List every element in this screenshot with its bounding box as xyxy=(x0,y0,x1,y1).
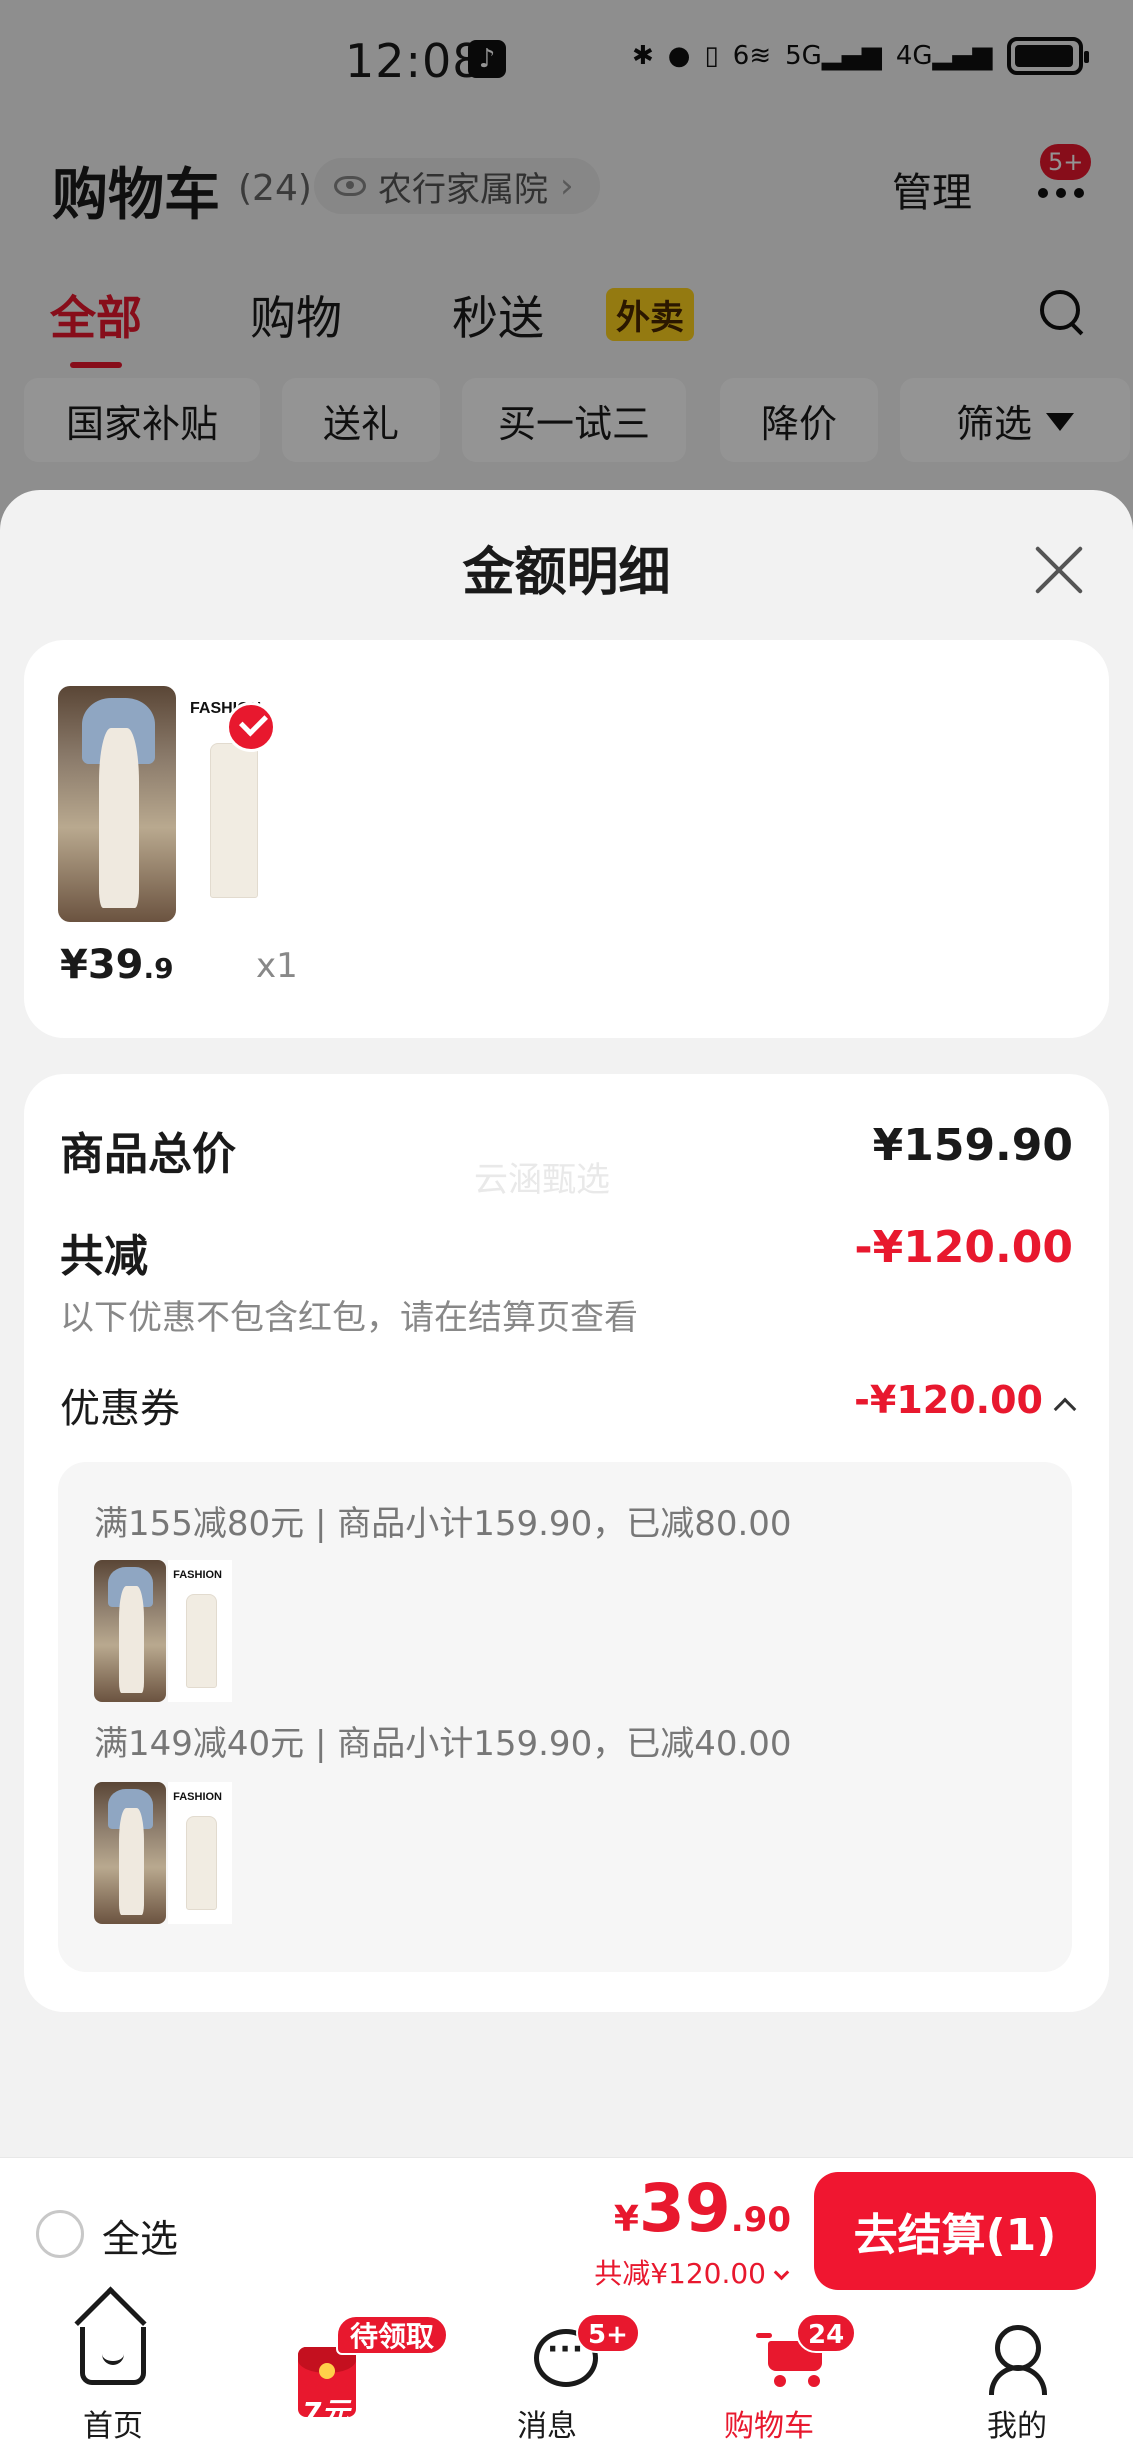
select-all-label[interactable]: 全选 xyxy=(102,2208,178,2263)
coupon-toggle[interactable]: -¥120.00 xyxy=(854,1378,1077,1422)
red-packet-tag: 待领取 xyxy=(336,2315,449,2355)
price-integer: 39 xyxy=(638,2170,731,2247)
select-all-radio[interactable] xyxy=(36,2210,84,2258)
total-price: ¥39.90 xyxy=(614,2170,791,2247)
discount-summary-toggle[interactable]: 共减¥120.00 xyxy=(594,2252,790,2292)
nav-messages-label: 消息 xyxy=(517,2409,577,2444)
nav-me[interactable]: 我的 xyxy=(904,2305,1130,2453)
coupon-item-2-image: FASHION xyxy=(168,1782,232,1924)
close-icon[interactable] xyxy=(1031,542,1087,598)
nav-cart-label: 购物车 xyxy=(724,2409,814,2444)
price-decimal: .90 xyxy=(730,2200,791,2240)
checkout-bar: 全选 ¥39.90 共减¥120.00 去结算(1) xyxy=(0,2157,1133,2305)
cart-badge: 24 xyxy=(796,2313,857,2353)
nav-me-label: 我的 xyxy=(987,2409,1047,2444)
total-value: ¥159.90 xyxy=(872,1120,1073,1171)
coupon-label: 优惠券 xyxy=(60,1386,180,1432)
coupon-details: 满155减80元 | 商品小计159.90，已减80.00 FASHION 满1… xyxy=(58,1462,1072,1972)
price-summary-card: 云涵甄选 商品总价 ¥159.90 共减 -¥120.00 以下优惠不包含红包，… xyxy=(24,1074,1109,2012)
coupon-item-2: 满149减40元 | 商品小计159.90，已减40.00 xyxy=(94,1724,792,1764)
shop-watermark: 云涵甄选 xyxy=(474,1160,610,1200)
discount-value: -¥120.00 xyxy=(854,1222,1073,1273)
product-card: FASHION ¥39.9 x1 xyxy=(24,640,1109,1038)
messages-badge: 5+ xyxy=(576,2313,640,2353)
coupon-item-2-image-text: FASHION xyxy=(173,1790,223,1803)
bottom-nav: 首页 7元 待领取 5+ 消息 24 购物车 我的 xyxy=(0,2305,1133,2453)
discount-label: 共减 xyxy=(60,1231,148,1282)
product-price-main: ¥39 xyxy=(60,942,144,988)
product-price: ¥39.9 xyxy=(60,942,174,988)
product-price-decimal: .9 xyxy=(143,952,174,985)
coupon-item-1-photo xyxy=(94,1560,166,1702)
sheet-title: 金额明细 xyxy=(462,543,671,603)
selected-check-icon xyxy=(226,702,276,752)
coupon-item-2-photo xyxy=(94,1782,166,1924)
currency-symbol: ¥ xyxy=(613,2199,639,2240)
total-label: 商品总价 xyxy=(60,1129,236,1180)
coupon-item-1-image: FASHION xyxy=(168,1560,232,1702)
discount-summary: 共减¥120.00 xyxy=(594,2257,766,2290)
nav-cart[interactable]: 24 购物车 xyxy=(678,2305,904,2453)
profile-icon xyxy=(989,2325,1047,2395)
product-quantity: x1 xyxy=(256,946,298,986)
nav-messages[interactable]: 5+ 消息 xyxy=(452,2305,678,2453)
chevron-down-icon xyxy=(773,2264,790,2281)
coupon-item-1-image-text: FASHION xyxy=(173,1568,223,1581)
nav-red-packet[interactable]: 7元 待领取 xyxy=(0,2305,452,2453)
coupon-value: -¥120.00 xyxy=(854,1378,1043,1422)
chevron-up-icon xyxy=(1053,1397,1077,1421)
red-packet-amount: 7元 xyxy=(302,2396,350,2429)
product-photo[interactable] xyxy=(58,686,176,922)
checkout-button[interactable]: 去结算(1) xyxy=(814,2172,1096,2290)
coupon-item-1: 满155减80元 | 商品小计159.90，已减80.00 xyxy=(94,1504,792,1544)
discount-note: 以下优惠不包含红包，请在结算页查看 xyxy=(60,1298,638,1338)
